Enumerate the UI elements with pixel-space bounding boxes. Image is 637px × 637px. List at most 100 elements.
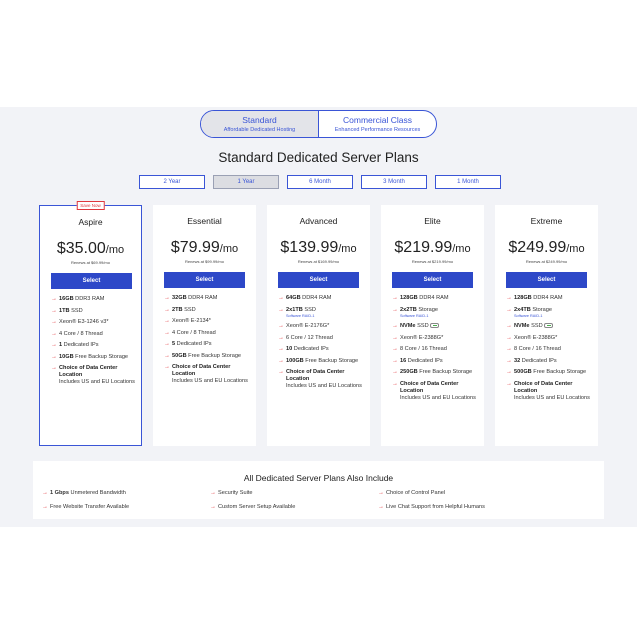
- feature-text: Storage: [416, 306, 438, 313]
- plan-card-aspire: Save Now Aspire $35.00/mo Renews at $69.99/…: [39, 201, 142, 446]
- included-text: Choice of Control Panel: [386, 490, 446, 496]
- included-highlight: 1 Gbps: [50, 490, 69, 496]
- arrow-right-icon: →: [392, 380, 398, 387]
- feature-highlight: 1TB: [59, 307, 70, 314]
- arrow-right-icon: →: [51, 330, 57, 337]
- feature-highlight: 128GB: [400, 295, 418, 301]
- feature-highlight: Choice of Data Center Location: [59, 365, 118, 379]
- included-features-title: All Dedicated Server Plans Also Include: [243, 473, 394, 483]
- feature-text: Xeon® E-2134*: [172, 318, 211, 324]
- feature-text: Xeon® E-2388G*: [400, 334, 444, 341]
- arrow-right-icon: →: [278, 323, 284, 329]
- feature-highlight: 250GB: [400, 369, 418, 375]
- included-item: → Free Website Transfer Available: [42, 504, 129, 511]
- feature-item: → 4 Core / 8 Thread: [164, 330, 252, 337]
- included-column-0: → 1 Gbps Unmetered Bandwidth → Free Website…: [42, 490, 129, 518]
- feature-highlight: 50GB: [172, 352, 187, 359]
- select-button[interactable]: Select: [278, 272, 359, 288]
- feature-text: DDR4 RAM: [300, 295, 332, 301]
- feature-item: → 16 Dedicated IPs: [392, 358, 480, 365]
- plan-card-extreme: Extreme $249.99/mo Renews at $249.99/mo Sel…: [495, 205, 598, 446]
- arrow-right-icon: →: [392, 334, 398, 341]
- feature-item: → 8 Core / 16 Thread: [506, 346, 594, 353]
- plan-name: Aspire: [78, 217, 103, 227]
- feature-text: Dedicated IPs: [292, 346, 329, 352]
- plan-name: Extreme: [530, 216, 563, 226]
- toggle-standard-sub: Affordable Dedicated Hosting: [223, 126, 296, 133]
- feature-text: DDR4 RAM: [186, 295, 218, 301]
- feature-text: 4 Core / 8 Thread: [172, 329, 216, 336]
- feature-text: SSD: [302, 306, 316, 313]
- feature-item: → Xeon® E-2176G*: [278, 323, 366, 330]
- feature-highlight: 64GB: [286, 295, 301, 301]
- arrow-right-icon: →: [210, 504, 216, 510]
- feature-highlight: Choice of Data Center Location: [172, 364, 231, 378]
- arrow-right-icon: →: [506, 295, 512, 301]
- term-tab-4[interactable]: 1 Month: [435, 175, 501, 189]
- billing-term-tabs: 2 Year 1 Year 6 Month 3 Month 1 Month: [139, 175, 501, 189]
- select-button[interactable]: Select: [164, 272, 245, 288]
- arrow-right-icon: →: [164, 318, 170, 324]
- feature-item: → 500GB Free Backup Storage: [506, 369, 594, 376]
- term-tab-0[interactable]: 2 Year: [139, 175, 205, 189]
- feature-text: Storage: [530, 306, 552, 313]
- toggle-commercial[interactable]: Commercial Class Enhanced Performance Re…: [319, 111, 436, 137]
- plan-name: Advanced: [299, 216, 338, 226]
- feature-highlight: 16GB: [59, 296, 74, 302]
- feature-highlight: 2x1TB: [286, 306, 303, 313]
- feature-text: Free Backup Storage: [186, 352, 242, 359]
- feature-item: → Choice of Data Center Location Includes …: [164, 364, 252, 386]
- feature-item: → 2x4TB Storage Software RAID-1: [506, 307, 594, 319]
- toggle-standard[interactable]: Standard Affordable Dedicated Hosting: [201, 111, 319, 137]
- feature-item: → 1TB SSD: [51, 308, 139, 315]
- feature-item: → 6 Core / 12 Thread: [278, 335, 366, 342]
- plan-price: $35.00/mo: [40, 240, 141, 258]
- arrow-right-icon: →: [378, 490, 384, 496]
- included-item: → Security Suite: [210, 490, 295, 497]
- feature-subnote: Software RAID-1: [286, 313, 315, 318]
- feature-highlight: 2TB: [172, 306, 183, 313]
- arrow-right-icon: →: [51, 365, 57, 371]
- feature-list: → 128GB DDR4 RAM → 2x4TB Storage Software RA…: [506, 295, 594, 406]
- select-button[interactable]: Select: [51, 273, 132, 289]
- feature-text: 6 Core / 12 Thread: [286, 334, 333, 341]
- arrow-right-icon: →: [392, 357, 398, 364]
- arrow-right-icon: →: [392, 306, 398, 313]
- feature-highlight: 2x2TB: [400, 306, 417, 313]
- page-title: Standard Dedicated Server Plans: [218, 150, 419, 165]
- term-tab-2[interactable]: 6 Month: [287, 175, 353, 189]
- arrow-right-icon: →: [278, 346, 284, 352]
- feature-text: 8 Core / 16 Thread: [514, 346, 561, 352]
- price-period: /mo: [452, 243, 471, 255]
- arrow-right-icon: →: [164, 295, 170, 301]
- feature-highlight: NVMe: [514, 323, 530, 329]
- feature-text: Dedicated IPs: [406, 357, 443, 364]
- price-value: $249.99: [508, 239, 567, 256]
- feature-note: Includes US and EU Locations: [286, 383, 362, 390]
- included-text: Live Chat Support from Helpful Humans: [386, 504, 485, 510]
- feature-highlight: Choice of Data Center Location: [400, 380, 459, 394]
- feature-text: 4 Core / 8 Thread: [59, 330, 103, 337]
- arrow-right-icon: →: [278, 334, 284, 341]
- feature-item: → Xeon® E-2134*: [164, 318, 252, 325]
- price-period: /mo: [105, 244, 125, 256]
- select-button[interactable]: Select: [392, 272, 473, 288]
- arrow-right-icon: →: [42, 504, 48, 510]
- feature-item: → 2x1TB SSD Software RAID-1: [278, 307, 366, 319]
- toggle-commercial-label: Commercial Class: [343, 114, 412, 125]
- arrow-right-icon: →: [392, 295, 398, 301]
- feature-item: → 64GB DDR4 RAM: [278, 295, 366, 302]
- included-text: Security Suite: [218, 490, 253, 496]
- feature-highlight: Choice of Data Center Location: [286, 369, 345, 383]
- arrow-right-icon: →: [506, 380, 512, 387]
- feature-item: → 250GB Free Backup Storage: [392, 369, 480, 376]
- arrow-right-icon: →: [164, 364, 170, 370]
- arrow-right-icon: →: [506, 334, 512, 341]
- term-tab-1[interactable]: 1 Year: [213, 175, 279, 189]
- price-period: /mo: [338, 243, 357, 255]
- page: Standard Affordable Dedicated Hosting Co…: [0, 0, 637, 637]
- term-tab-3[interactable]: 3 Month: [361, 175, 427, 189]
- arrow-right-icon: →: [392, 323, 398, 329]
- select-button[interactable]: Select: [506, 272, 587, 288]
- feature-note: Includes US and EU Locations: [400, 394, 476, 401]
